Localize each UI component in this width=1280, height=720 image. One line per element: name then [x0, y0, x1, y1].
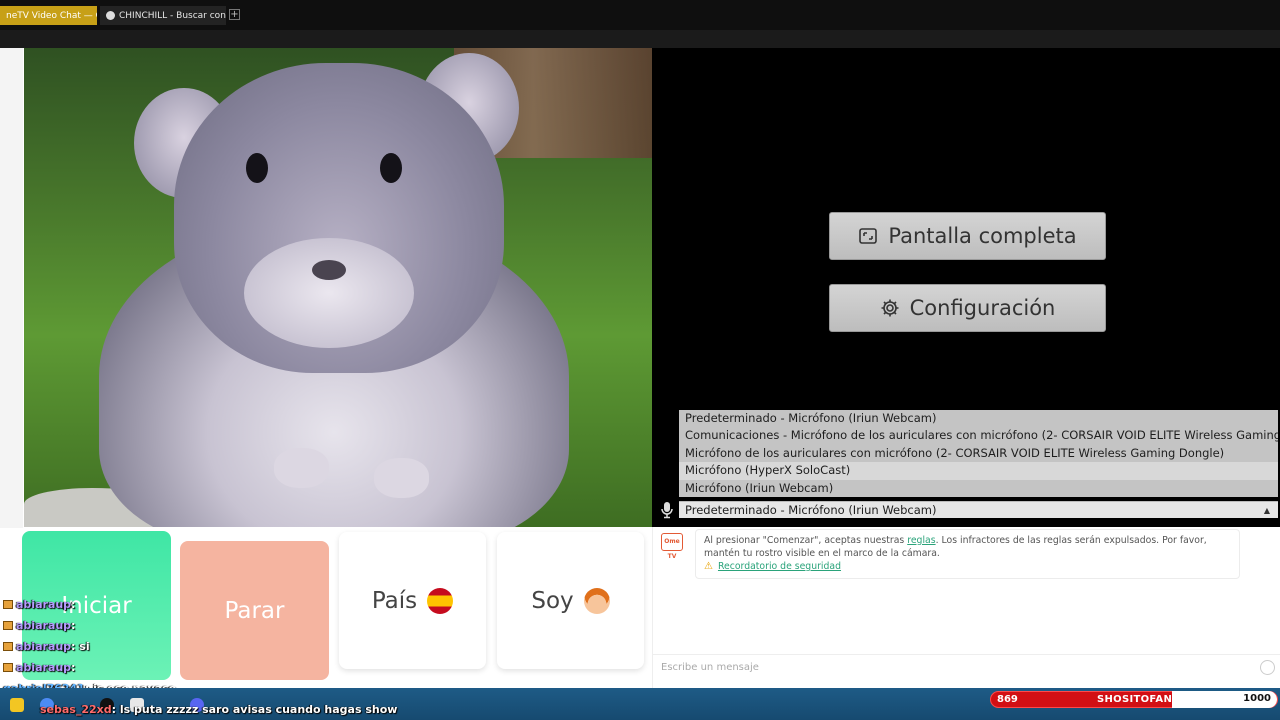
microphone-dropdown-list: Predeterminado - Micrófono (Iriun Webcam…	[679, 410, 1278, 497]
stop-button[interactable]: Parar	[180, 541, 329, 680]
overlay-username: abiaraup	[16, 661, 72, 674]
country-button[interactable]: País	[339, 532, 486, 669]
chinchilla-paw-right	[374, 458, 429, 498]
iam-label: Soy	[531, 587, 574, 614]
ometv-logo-icon: Ome TV	[661, 533, 683, 560]
overlay-username: abiaraup	[16, 619, 72, 632]
mic-option[interactable]: Micrófono de los auriculares con micrófo…	[679, 445, 1278, 462]
overlay-username: abiaraup	[16, 640, 72, 653]
overlay-chat-line: abiaraup: si	[3, 640, 90, 653]
stop-label: Parar	[224, 597, 285, 624]
sub-goal-label: SHOSITOFANS	[1097, 694, 1180, 705]
chat-message-input[interactable]: Escribe un mensaje	[653, 654, 1280, 680]
overlay-text: : si	[71, 640, 90, 653]
fullscreen-label: Pantalla completa	[888, 224, 1077, 248]
sub-badge-icon	[3, 642, 13, 651]
overlay-username: sebas_22xd	[40, 703, 112, 716]
sub-badge-icon	[3, 600, 13, 609]
ometv-page: Pantalla completa Configuración Predeter…	[0, 48, 1280, 688]
browser-toolbar	[0, 30, 1280, 48]
tab-ometv-label: neTV Video Chat — Om	[6, 10, 97, 21]
overlay-text: :	[71, 619, 76, 632]
mic-option[interactable]: Micrófono (Iriun Webcam)	[679, 480, 1278, 497]
chat-input-placeholder: Escribe un mensaje	[661, 662, 759, 673]
warning-icon: ⚠	[704, 561, 713, 572]
rules-notice: Al presionar "Comenzar", aceptas nuestra…	[695, 529, 1240, 579]
fullscreen-icon	[859, 228, 878, 244]
chinchilla-eye-left	[246, 153, 268, 183]
gender-button[interactable]: Soy	[497, 532, 644, 669]
overlay-text: : ls puta zzzzz saro avisas cuando hagas…	[111, 703, 398, 716]
notice-prefix: Al presionar "Comenzar", aceptas nuestra…	[704, 535, 908, 546]
left-margin	[0, 48, 23, 528]
sub-goal-bar: 869 SHOSITOFANS 1000	[990, 691, 1278, 708]
tab-chinchill-search[interactable]: CHINCHILL - Buscar con G	[100, 6, 226, 25]
google-favicon-icon	[106, 11, 115, 20]
overlay-chat-line: abiaraup:	[3, 619, 75, 632]
chinchilla-paw-left	[274, 448, 329, 488]
sub-badge-icon	[3, 621, 13, 630]
mic-select-value: Predeterminado - Micrófono (Iriun Webcam…	[685, 503, 937, 517]
chevron-up-icon: ▲	[1263, 506, 1270, 515]
overlay-chat-line: abiaraup:	[3, 598, 75, 611]
overlay-text: :	[71, 598, 76, 611]
mic-option[interactable]: Micrófono (HyperX SoloCast)	[679, 462, 1278, 480]
chinchilla-nose	[312, 260, 346, 280]
tab-ometv[interactable]: neTV Video Chat — Om	[0, 6, 97, 25]
fullscreen-button[interactable]: Pantalla completa	[829, 212, 1106, 260]
gear-icon	[881, 299, 899, 317]
settings-button[interactable]: Configuración	[829, 284, 1106, 332]
chat-panel: Ome TV Al presionar "Comenzar", aceptas …	[652, 527, 1280, 688]
chinchilla-eye-right	[380, 153, 402, 183]
settings-label: Configuración	[909, 296, 1056, 320]
overlay-text: :	[71, 661, 76, 674]
country-label: País	[371, 587, 418, 614]
tab-chinchill-label: CHINCHILL - Buscar con G	[119, 10, 226, 21]
file-explorer-icon[interactable]	[10, 698, 24, 712]
overlay-username: abiaraup	[16, 598, 72, 611]
own-video-panel: Pantalla completa Configuración Predeter…	[652, 48, 1280, 527]
sub-goal-current: 869	[997, 694, 1018, 705]
screen: { "browser": { "tabs": [ {"label": "neTV…	[0, 0, 1280, 720]
emoji-smile-icon[interactable]	[1260, 660, 1275, 675]
mic-option[interactable]: Comunicaciones - Micrófono de los auricu…	[679, 427, 1278, 444]
sub-goal-target: 1000	[1172, 691, 1277, 708]
spain-flag-icon	[427, 587, 454, 614]
microphone-icon	[661, 502, 673, 519]
partner-video	[24, 48, 652, 527]
safety-reminder-link[interactable]: Recordatorio de seguridad	[718, 561, 841, 572]
rules-link[interactable]: reglas	[907, 535, 935, 546]
overlay-chat-line: abiaraup:	[3, 661, 75, 674]
overlay-chat-line: sebas_22xd: ls puta zzzzz saro avisas cu…	[40, 703, 397, 716]
browser-tab-bar: neTV Video Chat — Om CHINCHILL - Buscar …	[0, 0, 1280, 30]
chinchilla-muzzle	[244, 238, 414, 348]
sub-badge-icon	[3, 663, 13, 672]
new-tab-button[interactable]: +	[229, 9, 240, 20]
mic-option[interactable]: Predeterminado - Micrófono (Iriun Webcam…	[679, 410, 1278, 427]
microphone-select[interactable]: Predeterminado - Micrófono (Iriun Webcam…	[679, 501, 1278, 518]
boy-emoji-icon	[583, 587, 610, 614]
